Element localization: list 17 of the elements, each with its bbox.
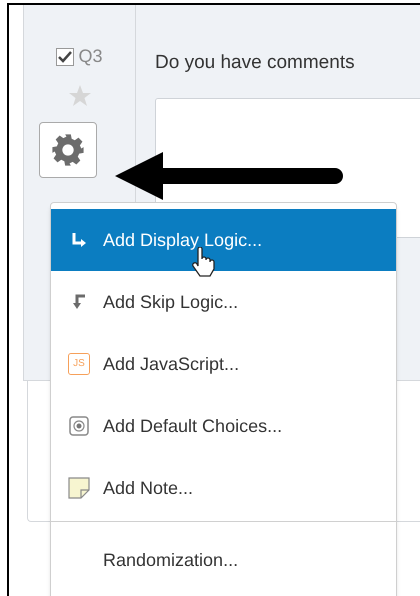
settings-button[interactable] <box>38 122 96 178</box>
menu-item[interactable]: Randomization... <box>51 522 396 596</box>
radio-button-icon <box>69 416 89 436</box>
sticky-note-icon <box>68 477 90 499</box>
menu-item[interactable]: Add Skip Logic... <box>51 271 396 333</box>
settings-icon <box>50 133 84 167</box>
star-icon[interactable] <box>68 84 92 108</box>
javascript-icon: JS <box>68 353 90 375</box>
question-text: Do you have comments <box>155 51 356 75</box>
menu-item[interactable]: JS Add JavaScript... <box>51 333 396 395</box>
arrow-down-right-icon <box>70 231 88 249</box>
check-icon <box>58 50 72 62</box>
question-checkbox[interactable] <box>56 48 74 66</box>
arrow-down-left-icon <box>70 293 88 311</box>
question-number: Q3 <box>78 45 102 68</box>
menu-item[interactable]: Add Default Choices... <box>51 395 396 457</box>
menu-item[interactable]: Add Note... <box>51 457 396 519</box>
